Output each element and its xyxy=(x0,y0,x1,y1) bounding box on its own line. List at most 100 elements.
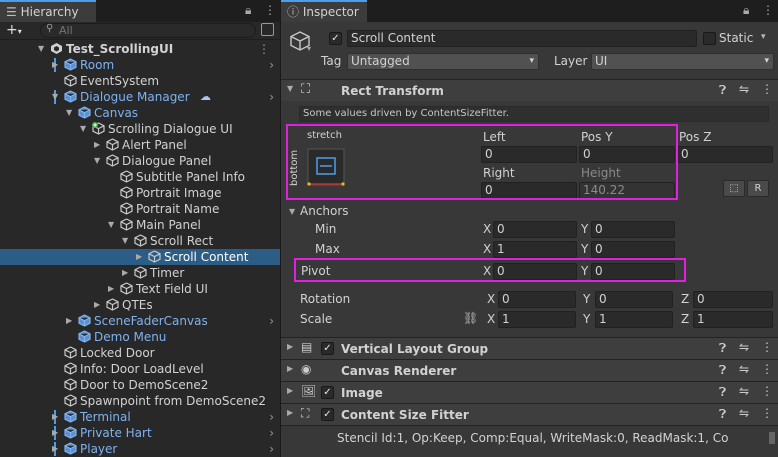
hierarchy-row[interactable]: Demo Menu xyxy=(0,329,280,345)
hierarchy-row[interactable]: ▼ Main Panel xyxy=(0,217,280,233)
hierarchy-row[interactable]: Portrait Image xyxy=(0,185,280,201)
rot-z-field[interactable]: 0 xyxy=(693,291,773,308)
expand-down-icon[interactable]: ▼ xyxy=(108,217,114,233)
object-name-field[interactable]: Scroll Content xyxy=(347,30,697,47)
hierarchy-row[interactable]: ▼ Dialogue Manager ☁ › xyxy=(0,89,280,105)
hierarchy-row[interactable]: ▶ SceneFaderCanvas › xyxy=(0,313,280,329)
expand-right-icon[interactable]: ▶ xyxy=(52,441,58,457)
search-by-type-icon[interactable] xyxy=(261,23,274,36)
component-enabled-checkbox[interactable]: ✓ xyxy=(321,408,334,421)
help-icon[interactable]: ❓︎ xyxy=(719,363,726,378)
hierarchy-row[interactable]: ▼ Canvas xyxy=(0,105,280,121)
component-header[interactable]: ▶ ⛶ ✓ Content Size Fitter ❓︎ ⇋ ⋮ xyxy=(281,403,778,425)
scene-kebab-icon[interactable]: ⋮ xyxy=(258,41,270,57)
expand-right-icon[interactable]: ▶ xyxy=(94,137,100,153)
component-header[interactable]: ▶ 🖼︎ ✓ Image ❓︎ ⇋ ⋮ xyxy=(281,381,778,403)
expand-down-icon[interactable]: ▼ xyxy=(94,153,100,169)
help-icon[interactable]: ❓︎ xyxy=(719,407,726,422)
hierarchy-row[interactable]: ▶ Text Field UI xyxy=(0,281,280,297)
scale-y-field[interactable]: 1 xyxy=(595,311,673,328)
min-y-field[interactable]: 0 xyxy=(591,221,675,238)
posz-field[interactable]: 0 xyxy=(677,146,773,163)
expand-down-icon[interactable]: ▼ xyxy=(52,89,58,105)
component-kebab-icon[interactable]: ⋮ xyxy=(761,362,773,376)
help-icon[interactable]: ❓︎ xyxy=(719,83,726,98)
hierarchy-row[interactable]: ▶ Terminal › xyxy=(0,409,280,425)
expand-right-icon[interactable]: ▶ xyxy=(108,281,114,297)
raw-edit-button[interactable]: R xyxy=(747,180,769,197)
scale-x-field[interactable]: 1 xyxy=(498,311,576,328)
max-y-field[interactable]: 0 xyxy=(591,241,675,258)
hierarchy-row[interactable]: Portrait Name xyxy=(0,201,280,217)
preset-sliders-icon[interactable]: ⇋ xyxy=(739,384,749,398)
search-field[interactable]: ⚲ xyxy=(40,23,256,38)
tab-hierarchy[interactable]: ☰ Hierarchy xyxy=(0,0,96,22)
preset-sliders-icon[interactable]: ⇋ xyxy=(739,82,749,96)
hierarchy-row[interactable]: ▶ Private Hart › xyxy=(0,425,280,441)
hierarchy-row[interactable]: Spawnpoint from DemoScene2 xyxy=(0,393,280,409)
component-enabled-checkbox[interactable]: ✓ xyxy=(321,386,334,399)
inspector-lock-icon[interactable]: 🔒︎ xyxy=(743,3,749,18)
expand-down-icon[interactable]: ▼ xyxy=(122,233,128,249)
expand-right-icon[interactable]: ▶ xyxy=(52,57,58,73)
layer-dropdown[interactable]: UI ▾ xyxy=(591,53,774,70)
component-kebab-icon[interactable]: ⋮ xyxy=(761,340,773,354)
hierarchy-row[interactable]: ▼ Test_ScrollingUI ⋮ xyxy=(0,41,280,57)
lock-icon[interactable]: 🔒︎ xyxy=(245,3,251,18)
hierarchy-row[interactable]: ▶ Room › xyxy=(0,57,280,73)
preset-sliders-icon[interactable]: ⇋ xyxy=(739,362,749,376)
inspector-kebab-icon[interactable]: ⋮ xyxy=(762,3,774,17)
open-prefab-chevron-icon[interactable]: › xyxy=(269,441,274,457)
kebab-menu-icon[interactable]: ⋮ xyxy=(264,3,276,17)
expand-down-icon[interactable]: ▼ xyxy=(80,121,86,137)
static-dropdown-caret-icon[interactable]: ▾ xyxy=(761,32,766,42)
hierarchy-row[interactable]: Info: Door LoadLevel xyxy=(0,361,280,377)
expand-down-icon[interactable]: ▼ xyxy=(38,41,44,57)
component-header[interactable]: ▶ ◉ Canvas Renderer ❓︎ ⇋ ⋮ xyxy=(281,359,778,381)
open-prefab-chevron-icon[interactable]: › xyxy=(269,425,274,441)
hierarchy-row[interactable]: EventSystem xyxy=(0,73,280,89)
icon-dropdown-caret-icon[interactable]: ▾ xyxy=(307,44,311,53)
preset-sliders-icon[interactable]: ⇋ xyxy=(739,406,749,420)
search-input[interactable] xyxy=(59,24,239,37)
max-x-field[interactable]: 1 xyxy=(493,241,577,258)
rot-y-field[interactable]: 0 xyxy=(595,291,673,308)
add-button[interactable]: +▾ xyxy=(6,22,22,38)
scrollbar-thumb[interactable] xyxy=(769,432,775,444)
open-prefab-chevron-icon[interactable]: › xyxy=(269,57,274,73)
scale-z-field[interactable]: 1 xyxy=(693,311,773,328)
hierarchy-row[interactable]: Door to DemoScene2 xyxy=(0,377,280,393)
tag-dropdown[interactable]: Untagged ▾ xyxy=(347,53,539,70)
min-x-field[interactable]: 0 xyxy=(493,221,577,238)
rect-transform-header[interactable]: ▼ ⛶ Rect Transform ❓︎ ⇋ ⋮ xyxy=(281,79,778,101)
hierarchy-row[interactable]: ▶ Alert Panel xyxy=(0,137,280,153)
preset-sliders-icon[interactable]: ⇋ xyxy=(739,340,749,354)
open-prefab-chevron-icon[interactable]: › xyxy=(269,313,274,329)
link-icon[interactable]: ⛓︎ xyxy=(463,311,478,325)
hierarchy-row[interactable]: ▶ Player › xyxy=(0,441,280,457)
rot-x-field[interactable]: 0 xyxy=(498,291,576,308)
hierarchy-row[interactable]: ▶ Timer xyxy=(0,265,280,281)
hierarchy-row[interactable]: ▼ Scroll Rect xyxy=(0,233,280,249)
help-icon[interactable]: ❓︎ xyxy=(719,385,726,400)
hierarchy-row[interactable]: ▶ QTEs xyxy=(0,297,280,313)
help-icon[interactable]: ❓︎ xyxy=(719,341,726,356)
component-header[interactable]: ▶ ▤ ✓ Vertical Layout Group ❓︎ ⇋ ⋮ xyxy=(281,337,778,359)
component-kebab-icon[interactable]: ⋮ xyxy=(761,384,773,398)
blueprint-mode-button[interactable]: ⬚ xyxy=(723,180,745,197)
expand-right-icon[interactable]: ▶ xyxy=(52,425,58,441)
active-checkbox[interactable]: ✓ xyxy=(329,32,342,45)
expand-right-icon[interactable]: ▶ xyxy=(122,265,128,281)
expand-down-icon[interactable]: ▼ xyxy=(66,105,72,121)
component-kebab-icon[interactable]: ⋮ xyxy=(761,82,773,96)
hierarchy-row[interactable]: ▼ Dialogue Panel xyxy=(0,153,280,169)
component-kebab-icon[interactable]: ⋮ xyxy=(761,406,773,420)
anchors-expand-icon[interactable]: ▼ xyxy=(289,207,295,216)
hierarchy-row[interactable]: Subtitle Panel Info xyxy=(0,169,280,185)
hierarchy-row[interactable]: ▼ Scrolling Dialogue UI xyxy=(0,121,280,137)
expand-right-icon[interactable]: ▶ xyxy=(94,297,100,313)
expand-right-icon[interactable]: ▶ xyxy=(66,313,72,329)
open-prefab-chevron-icon[interactable]: › xyxy=(269,409,274,425)
tab-inspector[interactable]: ⓘ Inspector xyxy=(281,0,367,22)
open-prefab-chevron-icon[interactable]: › xyxy=(269,89,274,105)
